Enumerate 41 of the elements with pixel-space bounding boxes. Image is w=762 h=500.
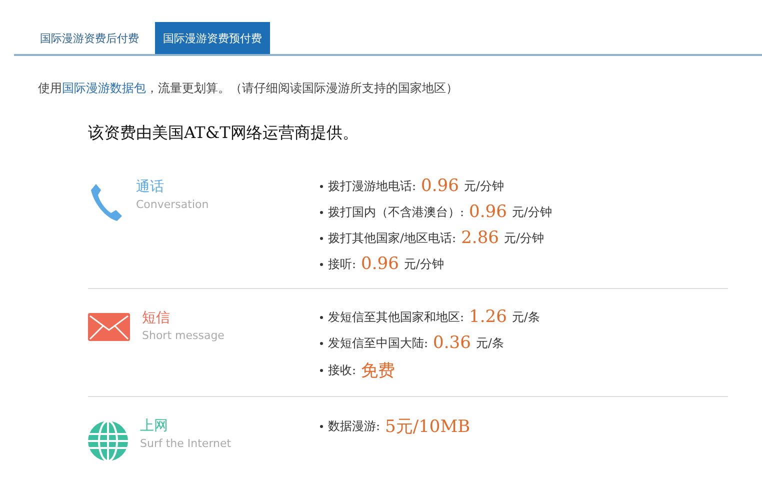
bullet-icon (320, 369, 323, 372)
tab[interactable]: 国际漫游资费后付费 (32, 22, 147, 54)
section-title: 通话 (136, 178, 165, 196)
rate-label: 拨打漫游地电话: (328, 178, 416, 194)
rate-label: 接听: (328, 256, 356, 272)
bullet-icon (320, 210, 323, 214)
rate-label: 拨打其他国家/地区电话: (328, 230, 456, 246)
rate-value: 0.96 (361, 254, 399, 274)
rate-label: 发短信至中国大陆: (328, 334, 428, 352)
section-title: 短信 (142, 309, 171, 327)
rate-value: 2.86 (461, 228, 499, 248)
rate-unit: 元/分钟 (512, 204, 552, 220)
intro-text: 使用国际漫游数据包，流量更划算。（请仔细阅读国际漫游所支持的国家地区） (38, 80, 459, 97)
data-package-link[interactable]: 国际漫游数据包 (62, 81, 146, 95)
rate-value: 1.26 (469, 307, 507, 327)
rate-label: 接收: (328, 362, 356, 379)
rate-unit: 元/分钟 (504, 230, 544, 246)
rate-label: 发短信至其他国家和地区: (328, 308, 464, 326)
rate-label: 拨打国内（不含港澳台）: (328, 204, 464, 220)
rate-unit: 元/条 (476, 334, 504, 352)
bullet-icon (320, 425, 323, 428)
rate-value: 0.96 (469, 202, 507, 222)
rate-unit: 元/条 (512, 308, 540, 326)
rate-value: 免费 (361, 360, 396, 382)
section-subtitle: Conversation (136, 198, 209, 211)
section-title: 上网 (140, 417, 169, 435)
carrier-heading: 该资费由美国AT&T网络运营商提供。 (88, 123, 360, 144)
bullet-icon (320, 262, 323, 266)
rate-label: 数据漫游: (328, 418, 380, 435)
bullet-icon (320, 316, 323, 318)
bullet-icon (320, 184, 323, 188)
rate-unit: 元/分钟 (404, 256, 444, 272)
rate-value: 0.36 (433, 333, 471, 353)
section-subtitle: Surf the Internet (140, 437, 232, 450)
rate-value: 0.96 (421, 176, 459, 196)
bullet-icon (320, 342, 323, 344)
rate-unit: 元/分钟 (464, 178, 504, 194)
tab[interactable]: 国际漫游资费预付费 (155, 22, 270, 54)
section-subtitle: Short message (142, 329, 224, 342)
bullet-icon (320, 236, 323, 240)
rate-value: 5元/10MB (385, 416, 470, 438)
